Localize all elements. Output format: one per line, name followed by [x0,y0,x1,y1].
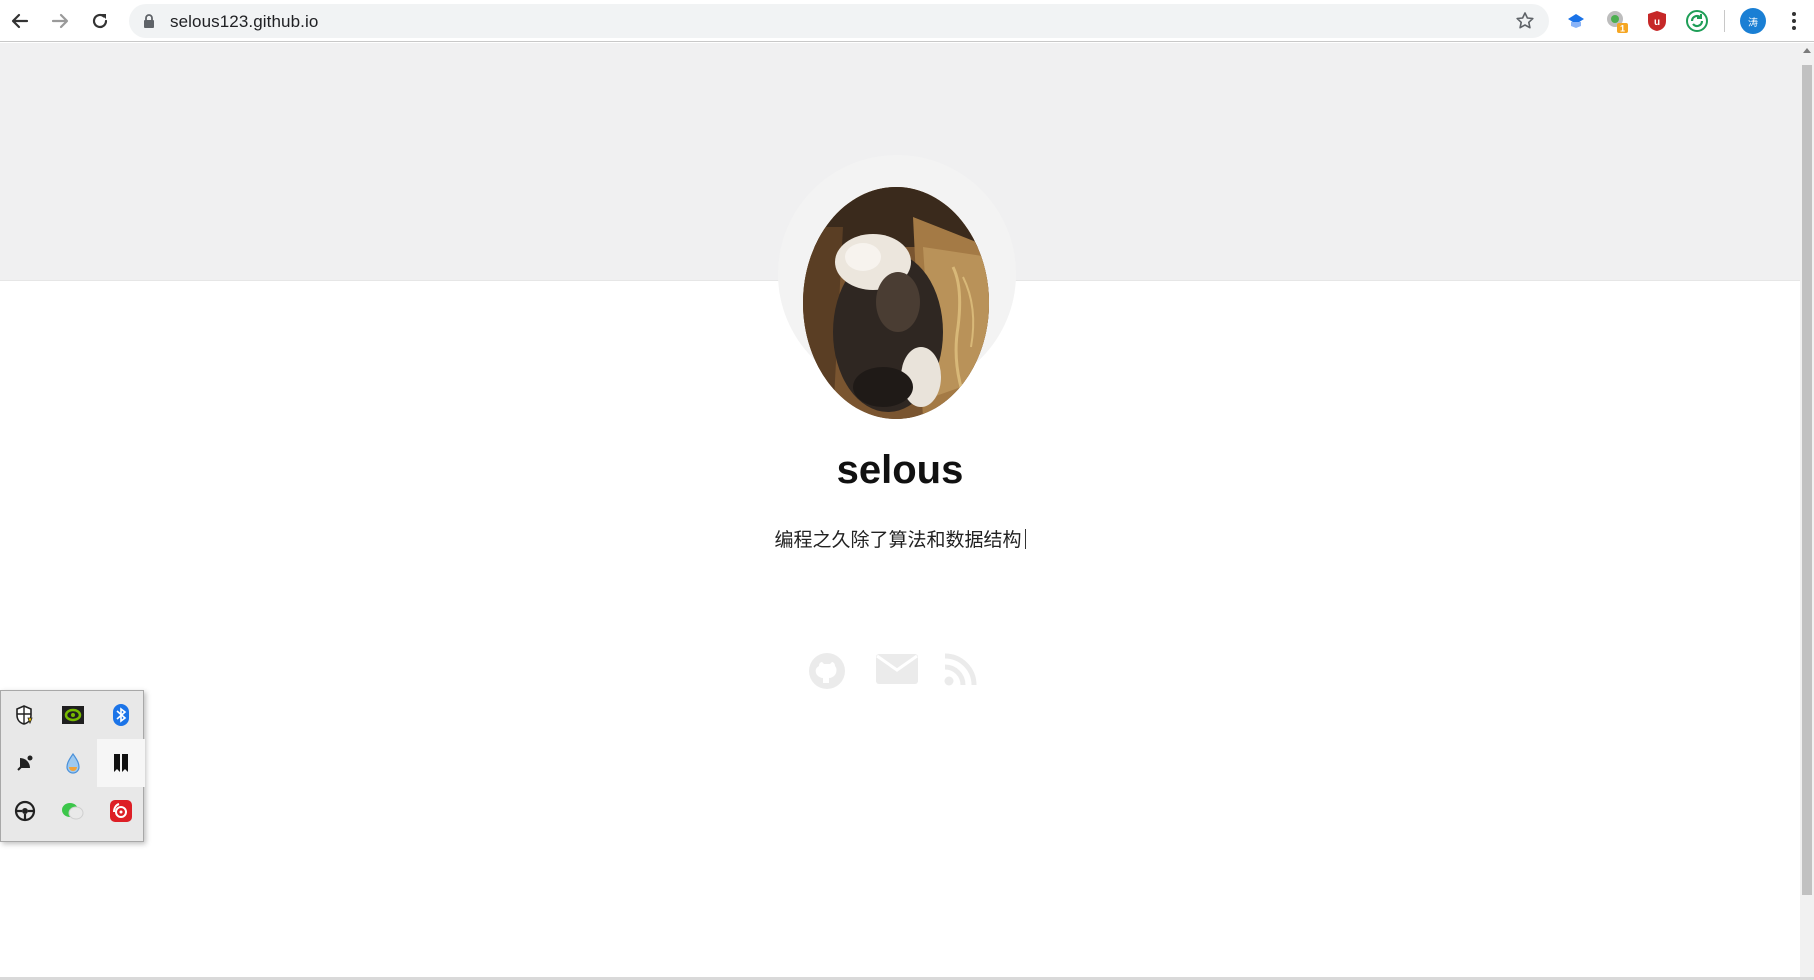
url-text: selous123.github.io [170,12,319,31]
profile-tagline: 编程之久除了算法和数据结构 [0,525,1800,552]
lock-icon [144,14,154,28]
star-icon[interactable] [1515,11,1535,31]
email-link[interactable] [876,652,918,691]
tray-item-droplet[interactable] [49,739,97,787]
security-shield-icon [16,705,33,725]
avatar [803,187,989,419]
toolbar-divider [1724,10,1725,32]
tagline-text: 编程之久除了算法和数据结构 [774,530,1022,551]
forward-arrow-icon [51,13,69,29]
reload-button[interactable] [86,7,114,35]
svg-text:u: u [1654,17,1660,28]
typing-cursor [1024,529,1026,549]
back-arrow-icon [11,13,29,29]
tray-item-steering-wheel[interactable] [1,787,49,835]
back-button[interactable] [6,7,34,35]
chrome-extension-icon: 1 [1607,11,1628,34]
github-link[interactable] [808,652,846,695]
github-icon [809,653,845,689]
netease-music-icon [110,800,132,822]
rss-icon [944,653,977,686]
translate-extension-icon [1568,14,1584,28]
translate-extension-button[interactable] [1562,7,1590,35]
tray-item-bluetooth[interactable] [97,691,145,739]
tray-item-satellite[interactable] [1,739,49,787]
profile-initial: 涛 [1748,18,1758,29]
tray-item-nvidia[interactable] [49,691,97,739]
droplet-icon [66,752,80,774]
tray-item-netease-music[interactable] [97,787,145,835]
steering-wheel-icon [14,800,36,822]
chrome-extension-button[interactable]: 1 [1603,7,1631,35]
system-tray-popup [0,690,145,842]
address-bar[interactable]: selous123.github.io [129,4,1549,38]
satellite-icon [17,755,33,771]
svg-text:1: 1 [1620,24,1625,34]
scroll-up-arrow-icon[interactable] [1803,48,1811,53]
wechat-icon [62,803,84,820]
nvidia-icon [62,706,84,724]
rss-link[interactable] [944,652,978,691]
profile-button[interactable]: 涛 [1739,7,1767,35]
bluetooth-icon [113,704,129,726]
avatar-photo [803,187,989,419]
page-viewport: selous 编程之久除了算法和数据结构 [0,43,1800,977]
email-icon [876,654,918,684]
sync-extension-icon [1686,10,1708,32]
tray-item-wechat[interactable] [49,787,97,835]
ublock-icon: u [1648,11,1666,31]
bookmark-app-icon [114,754,128,772]
tray-item-bookmark-app[interactable] [97,739,145,787]
browser-toolbar: selous123.github.io 1 u 涛 [0,0,1814,42]
scroll-thumb[interactable] [1802,65,1812,895]
browser-menu-button[interactable] [1780,7,1808,35]
kebab-menu-icon [1792,12,1796,30]
reload-icon [92,13,108,29]
forward-button[interactable] [46,7,74,35]
vertical-scrollbar[interactable] [1800,43,1814,977]
tray-item-security[interactable] [1,691,49,739]
ublock-button[interactable]: u [1643,7,1671,35]
sync-extension-button[interactable] [1683,7,1711,35]
profile-name: selous [836,448,964,492]
